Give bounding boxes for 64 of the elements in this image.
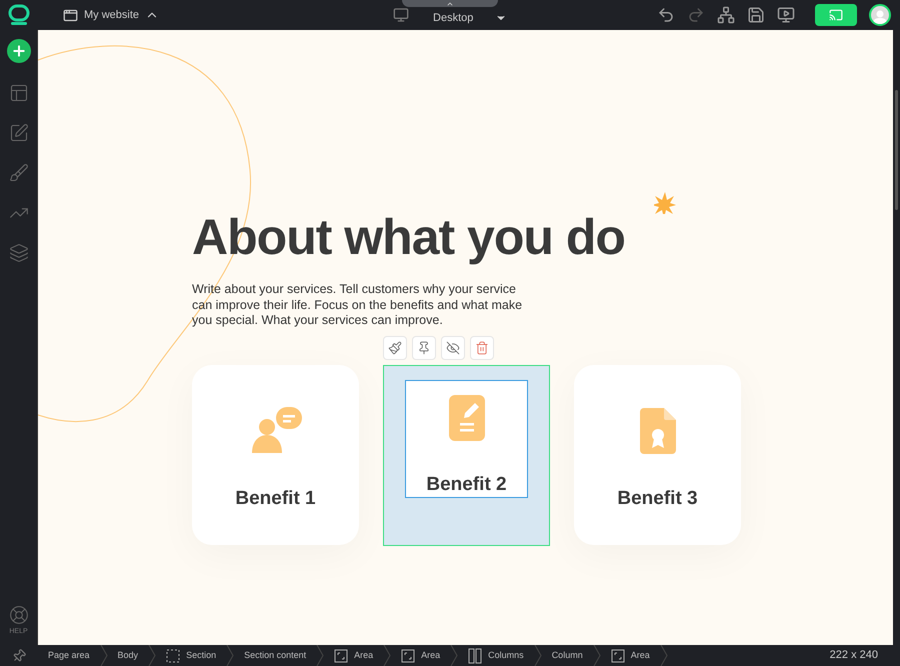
breadcrumb-item[interactable]: Body xyxy=(108,648,148,662)
chevron-separator-icon xyxy=(383,645,392,666)
brush-button[interactable] xyxy=(383,336,407,360)
edit-icon[interactable] xyxy=(8,123,28,143)
cast-icon xyxy=(829,8,843,22)
benefit-card[interactable]: Benefit 1 xyxy=(192,364,359,544)
chevron-separator-icon xyxy=(100,645,108,666)
chevron-separator-icon xyxy=(592,645,601,666)
help-icon[interactable] xyxy=(8,604,28,624)
undo-icon[interactable] xyxy=(657,6,675,24)
chevron-separator-icon xyxy=(148,645,156,666)
monitor-icon xyxy=(393,7,410,23)
site-name: My website xyxy=(84,8,140,23)
chevron-separator-icon xyxy=(226,645,234,666)
resize-square-icon xyxy=(334,648,348,662)
chevron-up-icon xyxy=(446,0,454,8)
avatar[interactable] xyxy=(869,4,891,26)
sparkle-icon xyxy=(654,192,676,214)
pin-icon xyxy=(417,340,431,354)
breadcrumb-item[interactable]: Column xyxy=(542,648,593,662)
chevron-separator-icon xyxy=(316,645,324,666)
eye-off-button[interactable] xyxy=(441,336,465,360)
device-select[interactable]: Desktop xyxy=(433,10,508,26)
chevron-separator-icon xyxy=(660,645,668,666)
preview-icon[interactable] xyxy=(777,6,795,24)
breadcrumb-item[interactable]: Page area xyxy=(38,648,100,662)
breadcrumb-item[interactable]: Columns xyxy=(458,648,534,664)
sitemap-icon[interactable] xyxy=(717,6,735,24)
card-title: Benefit 1 xyxy=(235,487,316,512)
chevron-separator-icon xyxy=(534,645,542,666)
dashed-square-icon xyxy=(166,648,180,662)
benefit-card[interactable]: Benefit 3 xyxy=(574,364,741,544)
delete-button[interactable] xyxy=(470,336,494,360)
redo-icon[interactable] xyxy=(687,6,705,24)
columns-icon xyxy=(468,648,482,664)
breadcrumb-item[interactable]: Section xyxy=(156,648,226,662)
breadcrumb-item[interactable]: Area xyxy=(600,648,660,662)
pages-icon[interactable] xyxy=(8,83,28,103)
publish-button[interactable] xyxy=(815,4,857,26)
eye-off-icon xyxy=(446,340,460,354)
breadcrumb-item[interactable]: Section content xyxy=(234,648,316,662)
plus-icon xyxy=(10,43,26,59)
brush-icon[interactable] xyxy=(8,163,28,183)
logo-icon xyxy=(8,4,30,26)
breadcrumb-item[interactable]: Area xyxy=(391,648,450,662)
brush-icon xyxy=(388,340,402,354)
layers-icon[interactable] xyxy=(8,243,28,263)
collapse-tab[interactable] xyxy=(402,0,498,7)
pin-button[interactable] xyxy=(412,336,436,360)
breadcrumb-item[interactable]: Area xyxy=(324,648,384,662)
card-title: Benefit 3 xyxy=(617,487,698,512)
document-pen-icon xyxy=(448,395,484,441)
delete-icon xyxy=(475,340,489,354)
card-title: Benefit 2 xyxy=(426,473,507,497)
add-button[interactable] xyxy=(6,39,30,63)
chevron-separator-icon xyxy=(450,645,458,666)
save-icon[interactable] xyxy=(747,6,765,24)
window-icon xyxy=(63,8,78,22)
benefit-card[interactable]: Benefit 2 xyxy=(383,364,550,546)
size-readout: 222 x 240 xyxy=(830,648,878,664)
resize-square-icon xyxy=(610,648,625,662)
document-badge-icon xyxy=(640,408,676,454)
site-menu-button[interactable]: My website xyxy=(63,6,160,24)
resize-square-icon xyxy=(401,648,416,662)
